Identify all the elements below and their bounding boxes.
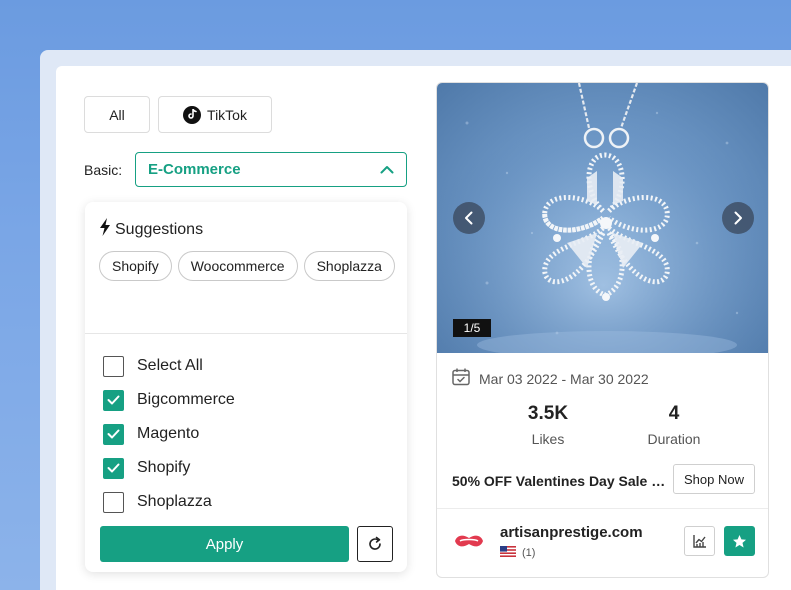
refresh-icon	[369, 536, 381, 550]
stat-label: Duration	[647, 431, 701, 447]
option-shoplazza[interactable]: Shoplazza	[103, 485, 235, 519]
stat-label: Likes	[531, 431, 565, 447]
category-select-value: E-Commerce	[148, 161, 241, 178]
tiktok-icon	[183, 105, 202, 124]
store-count: (1)	[522, 547, 536, 559]
option-label: Shoplazza	[137, 493, 212, 510]
ad-title: 50% OFF Valentines Day Sale Shamrock Nec…	[452, 473, 670, 489]
next-image-button[interactable]	[722, 202, 754, 234]
chevron-up-icon	[380, 161, 394, 178]
tab-tiktok-label: TikTok	[207, 106, 247, 123]
lightning-icon	[99, 218, 111, 241]
checkbox[interactable]	[103, 491, 124, 513]
calendar-icon	[451, 367, 471, 390]
tab-all[interactable]: All	[84, 96, 150, 133]
basic-filter-row: Basic: E-Commerce	[84, 152, 407, 187]
us-flag-icon	[500, 546, 516, 560]
stat-duration: 4 Duration	[631, 403, 717, 447]
suggestions-title: Suggestions	[115, 220, 204, 238]
option-list: Select All Bigcommerce Magento Shopify S…	[103, 349, 235, 519]
divider	[85, 333, 407, 334]
store-meta: (1)	[500, 546, 535, 560]
divider	[437, 508, 768, 509]
chevron-left-icon	[465, 211, 473, 225]
image-counter: 1/5	[453, 319, 491, 337]
favorite-button[interactable]	[724, 526, 755, 556]
check-icon	[107, 395, 120, 405]
check-icon	[107, 429, 120, 439]
suggestion-chip[interactable]: Woocommerce	[177, 251, 298, 281]
trend-chart-icon	[692, 535, 706, 548]
option-bigcommerce[interactable]: Bigcommerce	[103, 383, 235, 417]
date-range-text: Mar 03 2022 - Mar 30 2022	[479, 370, 649, 387]
option-label: Bigcommerce	[137, 391, 235, 408]
ad-card[interactable]: 1/5 Mar 03 2022 - Mar 30 2022 3.5K Likes…	[436, 82, 769, 578]
analytics-button[interactable]	[684, 526, 715, 556]
apply-button[interactable]: Apply	[100, 526, 349, 562]
check-icon	[107, 463, 120, 473]
checkbox[interactable]	[103, 457, 124, 479]
suggestion-chip[interactable]: Shoplazza	[303, 251, 395, 281]
checkbox[interactable]	[103, 355, 124, 377]
option-shopify[interactable]: Shopify	[103, 451, 235, 485]
basic-label: Basic:	[84, 161, 123, 178]
clover-necklace-image	[437, 83, 768, 353]
store-logo-icon	[451, 529, 487, 558]
option-label: Magento	[137, 425, 200, 442]
refresh-button[interactable]	[357, 526, 393, 562]
ad-stats: 3.5K Likes 4 Duration	[505, 403, 717, 447]
star-icon	[733, 534, 746, 547]
checkbox[interactable]	[103, 423, 124, 445]
platform-tabs: All TikTok	[84, 96, 272, 133]
store-name[interactable]: artisanprestige.com	[500, 524, 643, 541]
category-dropdown: Suggestions Shopify Woocommerce Shoplazz…	[85, 202, 407, 572]
option-magento[interactable]: Magento	[103, 417, 235, 451]
product-image[interactable]: 1/5	[437, 83, 768, 353]
suggestion-chip[interactable]: Shopify	[99, 251, 172, 281]
suggestions-header: Suggestions	[99, 218, 203, 241]
option-select-all[interactable]: Select All	[103, 349, 235, 383]
chevron-right-icon	[734, 211, 742, 225]
stat-likes: 3.5K Likes	[505, 403, 591, 447]
date-range: Mar 03 2022 - Mar 30 2022	[451, 367, 649, 390]
suggestion-chips: Shopify Woocommerce Shoplazza	[99, 251, 399, 281]
shop-now-button[interactable]: Shop Now	[673, 464, 755, 494]
option-label: Shopify	[137, 459, 191, 476]
prev-image-button[interactable]	[453, 202, 485, 234]
checkbox[interactable]	[103, 389, 124, 411]
tab-tiktok[interactable]: TikTok	[158, 96, 272, 133]
tab-all-label: All	[109, 106, 125, 123]
category-select[interactable]: E-Commerce	[135, 152, 407, 187]
option-label: Select All	[137, 357, 203, 374]
stat-value: 4	[668, 403, 680, 424]
stat-value: 3.5K	[527, 403, 569, 424]
